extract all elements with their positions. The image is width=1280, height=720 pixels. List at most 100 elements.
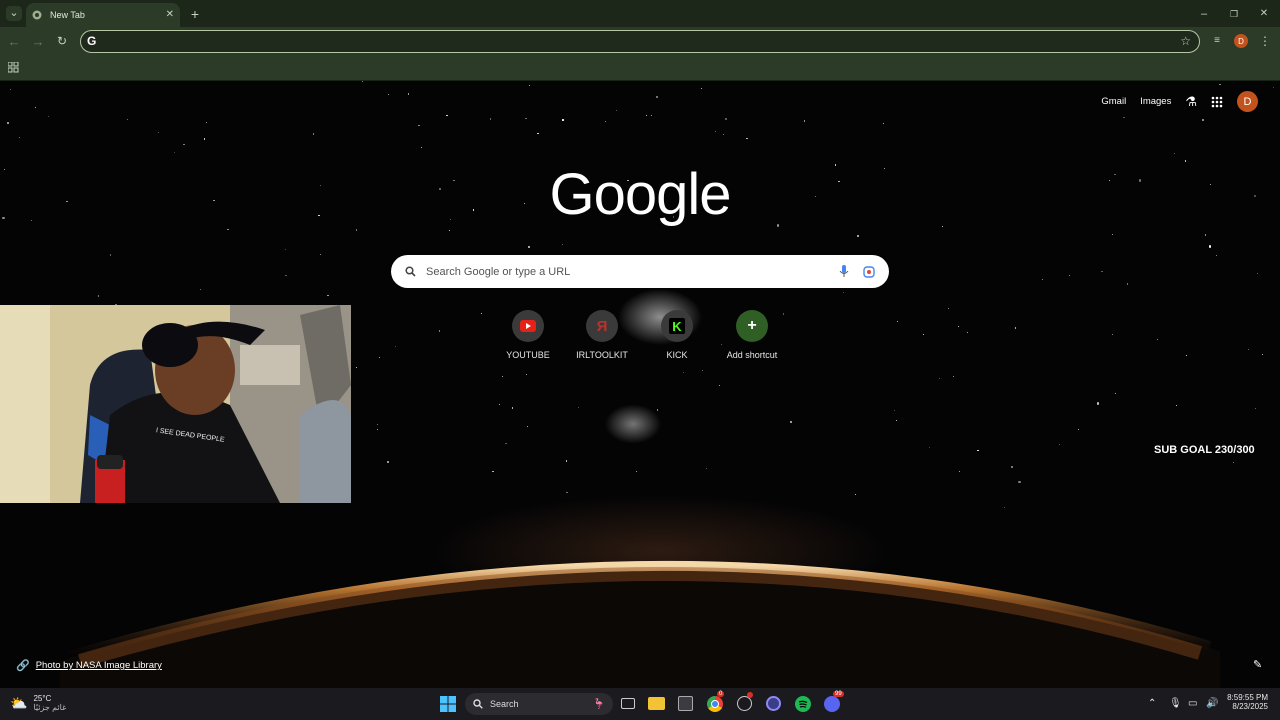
star <box>977 450 979 452</box>
weather-temp: 25°C <box>33 694 52 703</box>
microsoft-store-icon[interactable] <box>678 696 693 711</box>
star <box>126 118 128 121</box>
back-arrow-icon[interactable]: ← <box>7 34 21 48</box>
star <box>110 254 112 256</box>
star <box>1157 338 1159 340</box>
app-circle-icon[interactable] <box>766 696 781 711</box>
add-shortcut-button[interactable]: + Add shortcut <box>717 310 787 360</box>
star <box>319 185 321 187</box>
star <box>446 115 448 117</box>
star <box>18 136 20 139</box>
clock-date: 8/23/2025 <box>1232 702 1268 711</box>
ntp-search-box[interactable]: Search Google or type a URL <box>391 255 889 288</box>
star <box>897 321 899 323</box>
volume-icon[interactable]: 🔊 <box>1206 698 1218 709</box>
star <box>834 164 837 166</box>
obs-icon[interactable] <box>737 692 753 711</box>
windows-start-icon[interactable] <box>440 696 456 712</box>
star <box>700 88 702 90</box>
google-g-icon: G <box>87 34 97 48</box>
close-tab-icon[interactable]: ✕ <box>166 10 174 20</box>
profile-avatar[interactable]: D <box>1234 34 1248 48</box>
account-avatar[interactable]: D <box>1237 91 1258 112</box>
clock[interactable]: 8:59:55 PM 8/23/2025 <box>1226 693 1268 711</box>
star <box>505 442 507 444</box>
star <box>2 216 5 219</box>
star <box>174 151 176 153</box>
star <box>1219 84 1221 86</box>
star <box>421 147 423 149</box>
shortcut-irltoolkit[interactable]: Я IRLTOOLKIT <box>567 310 637 360</box>
menu-dots-icon[interactable]: ⋮ <box>1259 34 1271 48</box>
tab-search-chevron-icon[interactable]: ⌄ <box>6 6 22 21</box>
star <box>856 234 859 237</box>
reading-list-icon[interactable]: ≡ <box>1210 34 1224 48</box>
taskbar-search-box[interactable]: Search 🦩 <box>465 693 613 715</box>
voice-search-mic-icon[interactable] <box>839 265 849 278</box>
star <box>1139 179 1142 182</box>
chrome-taskbar-icon[interactable]: 0 <box>707 691 725 712</box>
star <box>97 295 99 297</box>
star <box>6 122 9 125</box>
tray-overflow-chevron-icon[interactable]: ⌃ <box>1148 698 1156 709</box>
star <box>1112 333 1114 335</box>
apps-grid-icon[interactable] <box>8 62 19 73</box>
spotify-icon[interactable] <box>795 696 811 712</box>
star <box>942 226 944 228</box>
star <box>527 425 529 427</box>
discord-icon[interactable]: 99 <box>824 691 844 712</box>
weather-desc: غائم جزئيًا <box>33 703 67 712</box>
weather-widget[interactable]: ⛅ 25°C غائم جزئيًا <box>10 694 66 712</box>
forward-arrow-icon[interactable]: → <box>31 34 45 48</box>
customize-pencil-icon[interactable]: ✎ <box>1253 658 1262 671</box>
bookmark-star-icon[interactable]: ☆ <box>1180 35 1191 47</box>
tab-new-tab[interactable]: New Tab ✕ <box>26 3 180 27</box>
restore-button[interactable]: ❐ <box>1227 7 1241 21</box>
shortcut-kick[interactable]: K KICK <box>642 310 712 360</box>
star <box>645 114 647 116</box>
file-explorer-icon[interactable] <box>648 697 665 710</box>
background-credit-link[interactable]: Photo by NASA Image Library <box>36 660 162 671</box>
star <box>453 180 455 182</box>
omnibox[interactable]: G ☆ <box>80 30 1200 53</box>
star <box>893 410 895 412</box>
star <box>967 331 969 333</box>
star <box>1114 392 1116 395</box>
star <box>682 371 685 374</box>
network-icon[interactable]: ▭ <box>1188 698 1197 709</box>
labs-flask-icon[interactable]: ⚗ <box>1185 94 1197 110</box>
task-view-icon[interactable] <box>621 698 635 709</box>
star <box>528 245 531 249</box>
reload-icon[interactable]: ↻ <box>55 34 69 48</box>
star <box>604 120 606 122</box>
google-apps-icon[interactable] <box>1211 96 1223 108</box>
star <box>789 420 792 423</box>
shortcut-label: IRLTOOLKIT <box>576 350 628 360</box>
star <box>1108 179 1110 181</box>
new-tab-button[interactable]: + <box>188 7 202 21</box>
sub-goal-overlay: SUB GOAL 230/300 <box>1154 444 1255 456</box>
close-window-button[interactable]: ✕ <box>1257 7 1271 21</box>
star <box>923 333 925 336</box>
background-credit[interactable]: 🔗 Photo by NASA Image Library <box>16 659 162 672</box>
star <box>472 209 474 211</box>
star <box>1127 283 1129 285</box>
star <box>499 403 501 405</box>
star <box>724 117 727 120</box>
star <box>1216 254 1218 256</box>
ntp-top-links: Gmail Images ⚗ D <box>1101 91 1258 112</box>
star <box>377 423 379 425</box>
shortcut-youtube[interactable]: YOUTUBE <box>493 310 563 360</box>
minimize-button[interactable]: – <box>1197 7 1211 21</box>
star <box>501 375 503 378</box>
search-placeholder[interactable]: Search Google or type a URL <box>426 266 839 278</box>
google-lens-icon[interactable] <box>863 265 875 278</box>
browser-title-bar: ⌄ New Tab ✕ + – ❐ ✕ <box>0 0 1280 27</box>
microphone-icon[interactable]: 🎙 <box>1169 698 1182 709</box>
images-link[interactable]: Images <box>1140 96 1171 107</box>
star <box>199 288 201 290</box>
star <box>1114 174 1116 176</box>
gmail-link[interactable]: Gmail <box>1101 96 1126 107</box>
shortcut-label: YOUTUBE <box>506 350 550 360</box>
link-icon: 🔗 <box>16 660 30 672</box>
